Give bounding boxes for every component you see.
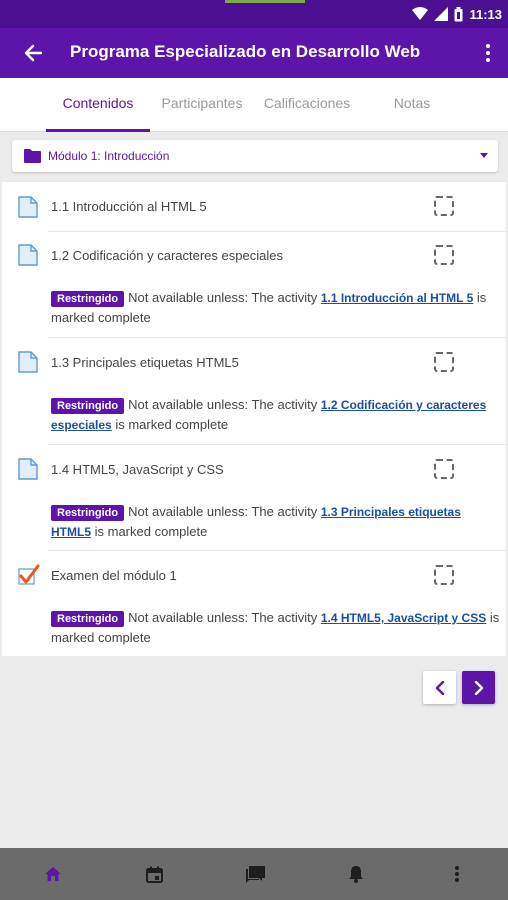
activity-title: 1.1 Introducción al HTML 5	[51, 199, 207, 214]
signal-icon	[434, 7, 449, 21]
more-icon	[455, 866, 459, 882]
folder-icon	[24, 149, 41, 163]
page-icon	[18, 458, 38, 480]
status-accent	[225, 0, 305, 3]
chevron-left-icon	[435, 680, 444, 695]
status-icons: 11:13	[412, 5, 502, 23]
section-select[interactable]: Módulo 1: Introducción	[12, 140, 498, 172]
list-item[interactable]: 1.1 Introducción al HTML 5	[2, 182, 506, 232]
restriction-info: Restringido Not available unless: The act…	[51, 288, 501, 328]
page-icon	[18, 196, 38, 218]
activity-list: 1.1 Introducción al HTML 5 1.2 Codificac…	[2, 182, 506, 656]
completion-checkbox[interactable]	[434, 565, 454, 585]
home-icon	[45, 867, 61, 881]
page-icon	[18, 351, 38, 373]
restriction-info: Restringido Not available unless: The act…	[51, 395, 501, 435]
restricted-badge: Restringido	[51, 398, 125, 414]
nav-home[interactable]	[39, 860, 67, 888]
restriction-prefix: Not available unless: The activity	[128, 610, 318, 625]
status-time: 11:13	[469, 6, 502, 22]
restriction-prefix: Not available unless: The activity	[128, 504, 318, 519]
quiz-icon	[18, 564, 40, 585]
list-item[interactable]: 1.2 Codificación y caracteres especiales…	[2, 232, 506, 338]
completion-checkbox[interactable]	[434, 196, 454, 216]
completion-checkbox[interactable]	[434, 245, 454, 265]
list-item[interactable]: 1.4 HTML5, JavaScript y CSS Restringido N…	[2, 445, 506, 551]
restriction-info: Restringido Not available unless: The act…	[51, 502, 501, 542]
bottom-nav	[0, 848, 508, 900]
restriction-link[interactable]: 1.1 Introducción al HTML 5	[321, 291, 473, 305]
previous-section-button[interactable]	[423, 671, 456, 704]
section-select-value: Módulo 1: Introducción	[48, 149, 170, 163]
page-title: Programa Especializado en Desarrollo Web	[70, 42, 421, 61]
tab-bar: Contenidos Participantes Calificaciones …	[0, 78, 508, 132]
status-bar: 11:13	[0, 0, 508, 28]
tab-contenidos[interactable]: Contenidos	[46, 78, 150, 132]
messages-icon	[246, 865, 265, 883]
restriction-link[interactable]: 1.4 HTML5, JavaScript y CSS	[321, 611, 486, 625]
restriction-suffix: is marked complete	[94, 524, 208, 539]
overflow-menu-button[interactable]	[480, 40, 496, 66]
chevron-down-icon	[480, 153, 488, 158]
activity-title: 1.4 HTML5, JavaScript y CSS	[51, 462, 224, 477]
restriction-prefix: Not available unless: The activity	[128, 397, 318, 412]
battery-icon	[454, 6, 463, 21]
calendar-icon	[145, 866, 163, 883]
restricted-badge: Restringido	[51, 611, 125, 627]
nav-more[interactable]	[443, 860, 471, 888]
list-item[interactable]: 1.3 Principales etiquetas HTML5 Restring…	[2, 338, 506, 445]
more-vert-icon	[486, 44, 490, 48]
chevron-right-icon	[474, 680, 483, 695]
activity-title: 1.3 Principales etiquetas HTML5	[51, 355, 239, 370]
arrow-back-icon	[24, 44, 42, 62]
completion-checkbox[interactable]	[434, 459, 454, 479]
nav-notifications[interactable]	[342, 860, 370, 888]
nav-calendar[interactable]	[140, 860, 168, 888]
activity-title: 1.2 Codificación y caracteres especiales	[51, 248, 283, 263]
wifi-icon	[412, 7, 429, 20]
activity-title: Examen del módulo 1	[51, 568, 177, 583]
back-button[interactable]	[20, 40, 46, 66]
completion-checkbox[interactable]	[434, 352, 454, 372]
notifications-icon	[349, 866, 363, 883]
app-bar: Programa Especializado en Desarrollo Web	[0, 28, 508, 78]
restriction-info: Restringido Not available unless: The act…	[51, 608, 501, 648]
list-item[interactable]: Examen del módulo 1 Restringido Not avail…	[2, 551, 506, 656]
nav-messages[interactable]	[241, 860, 269, 888]
restricted-badge: Restringido	[51, 291, 125, 307]
restricted-badge: Restringido	[51, 505, 125, 521]
tab-calificaciones[interactable]: Calificaciones	[254, 78, 360, 132]
restriction-suffix: is marked complete	[115, 417, 229, 432]
next-section-button[interactable]	[462, 671, 495, 704]
restriction-prefix: Not available unless: The activity	[128, 290, 318, 305]
tab-participantes[interactable]: Participantes	[152, 78, 252, 132]
page-icon	[18, 244, 38, 266]
tab-notas[interactable]: Notas	[372, 78, 452, 132]
